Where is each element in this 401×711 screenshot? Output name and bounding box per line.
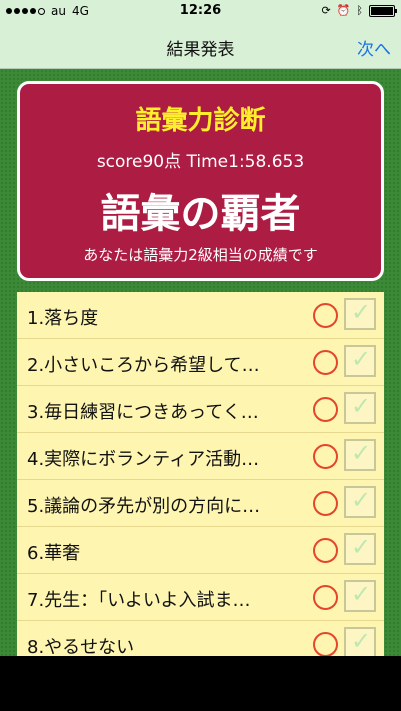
- check-box[interactable]: ✓: [344, 345, 376, 377]
- question-label: 3.毎日練習につきあってく…: [27, 402, 259, 423]
- check-box[interactable]: ✓: [344, 439, 376, 471]
- checkmark-icon: ✓: [351, 345, 372, 373]
- check-box[interactable]: ✓: [344, 486, 376, 518]
- result-heading: 語彙力診断: [135, 106, 266, 136]
- result-card: 語彙力診断 score90点 Time1:58.653 語彙の覇者 あなたは語彙…: [17, 81, 384, 281]
- check-box[interactable]: ✓: [344, 298, 376, 330]
- question-row[interactable]: 8.やるせない ✓: [17, 621, 384, 656]
- next-button[interactable]: 次へ: [357, 35, 391, 60]
- question-label: 4.実際にボランティア活動…: [27, 449, 260, 470]
- checkmark-icon: ✓: [351, 439, 372, 467]
- question-label: 8.やるせない: [27, 637, 135, 656]
- question-label: 5.議論の矛先が別の方向に…: [27, 496, 261, 517]
- navigation-bar: 結果発表 次へ: [0, 22, 401, 69]
- bluetooth-icon: ᛒ: [356, 4, 363, 17]
- check-box[interactable]: ✓: [344, 580, 376, 612]
- question-row[interactable]: 6.華奢 ✓: [17, 527, 384, 574]
- correct-circle-icon: [313, 491, 338, 516]
- question-label: 2.小さいころから希望して…: [27, 355, 260, 376]
- rank-title: 語彙の覇者: [100, 191, 301, 237]
- question-list: 1.落ち度 ✓ 2.小さいころから希望して… ✓ 3.毎日練習につきあってく… …: [17, 292, 384, 656]
- alarm-icon: ⏰: [336, 4, 351, 17]
- score-text: score90点 Time1:58.653: [96, 152, 305, 172]
- correct-circle-icon: [313, 397, 338, 422]
- check-box[interactable]: ✓: [344, 627, 376, 656]
- question-row[interactable]: 3.毎日練習につきあってく… ✓: [17, 386, 384, 433]
- status-bar: au 4G 12:26 ⟳ ⏰ ᛒ: [0, 0, 401, 22]
- correct-circle-icon: [313, 632, 338, 656]
- check-box[interactable]: ✓: [344, 392, 376, 424]
- question-row[interactable]: 5.議論の矛先が別の方向に… ✓: [17, 480, 384, 527]
- checkmark-icon: ✓: [351, 486, 372, 514]
- checkmark-icon: ✓: [351, 533, 372, 561]
- checkmark-icon: ✓: [351, 627, 372, 655]
- question-row[interactable]: 4.実際にボランティア活動… ✓: [17, 433, 384, 480]
- correct-circle-icon: [313, 538, 338, 563]
- question-row[interactable]: 1.落ち度 ✓: [17, 292, 384, 339]
- correct-circle-icon: [313, 585, 338, 610]
- status-right: ⟳ ⏰ ᛒ: [321, 4, 397, 17]
- page-title: 結果発表: [166, 40, 235, 60]
- correct-circle-icon: [313, 350, 338, 375]
- question-row[interactable]: 2.小さいころから希望して… ✓: [17, 339, 384, 386]
- correct-circle-icon: [313, 303, 338, 328]
- check-box[interactable]: ✓: [344, 533, 376, 565]
- checkmark-icon: ✓: [351, 298, 372, 326]
- question-label: 1.落ち度: [27, 308, 99, 329]
- checkmark-icon: ✓: [351, 580, 372, 608]
- bottom-bar: [0, 656, 401, 711]
- question-label: 6.華奢: [27, 543, 81, 564]
- battery-icon: [369, 4, 397, 17]
- rotation-lock-icon: ⟳: [321, 4, 331, 17]
- question-label: 7.先生：「いよいよ入試ま…: [27, 590, 251, 611]
- checkmark-icon: ✓: [351, 392, 372, 420]
- result-description: あなたは語彙力2級相当の成績です: [83, 246, 318, 264]
- question-row[interactable]: 7.先生：「いよいよ入試ま… ✓: [17, 574, 384, 621]
- correct-circle-icon: [313, 444, 338, 469]
